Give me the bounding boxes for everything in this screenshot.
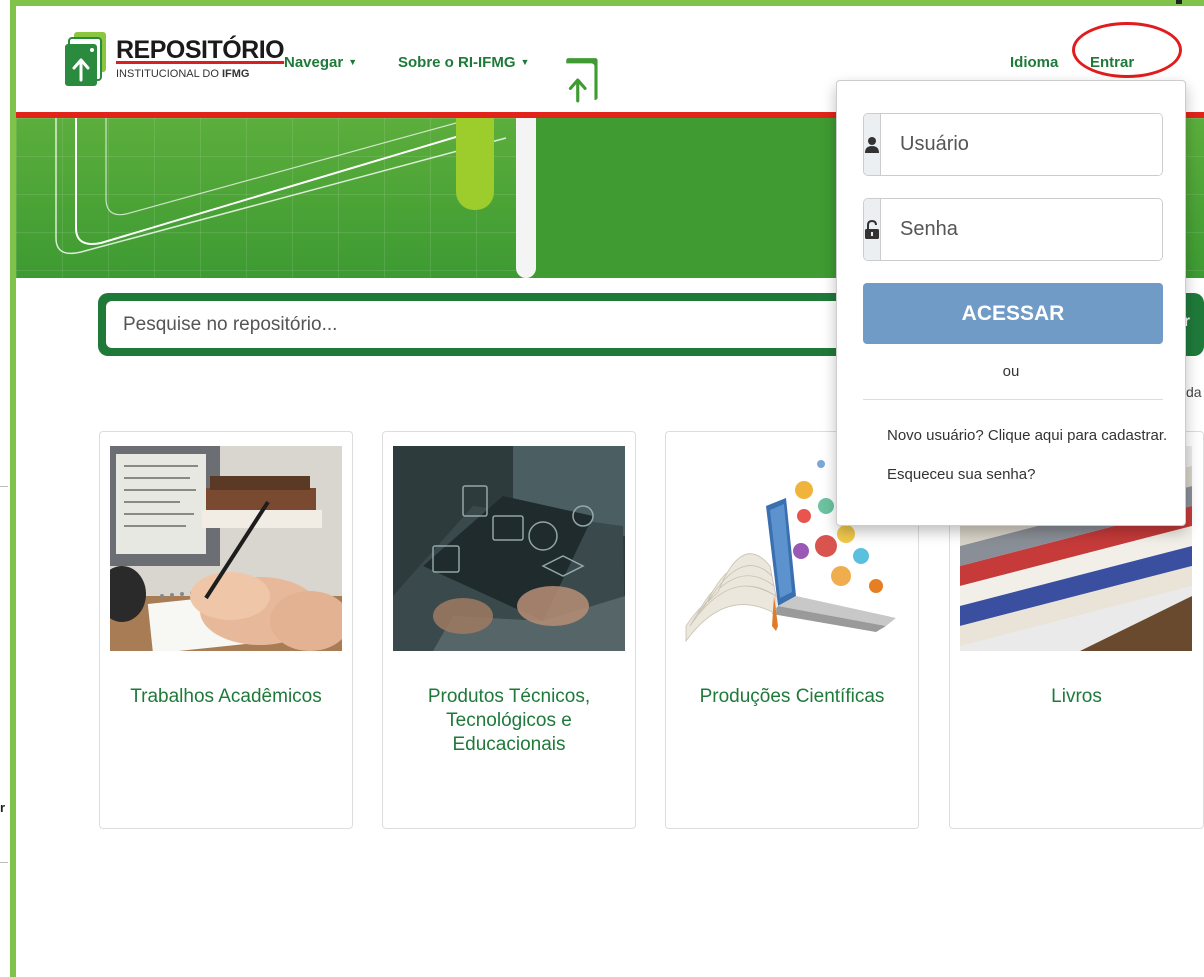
dropdown-divider bbox=[863, 399, 1163, 400]
nav-browse-menu[interactable]: Navegar ▼ bbox=[284, 54, 357, 71]
username-input[interactable] bbox=[881, 114, 1162, 175]
banner-title: REPOSITÓRIO bbox=[616, 54, 804, 85]
login-submit-button[interactable]: ACESSAR bbox=[863, 283, 1163, 344]
register-link[interactable]: Novo usuário? Clique aqui para cadastrar… bbox=[887, 427, 1167, 444]
forgot-password-link[interactable]: Esqueceu sua senha? bbox=[887, 466, 1035, 483]
or-separator-text: ou bbox=[1002, 363, 1020, 380]
unlock-icon bbox=[864, 199, 881, 260]
card-label: Produtos Técnicos, Tecnológicos e Educac… bbox=[427, 686, 591, 755]
caret-down-icon: ▼ bbox=[520, 57, 530, 67]
card-label: Trabalhos Acadêmicos bbox=[130, 686, 322, 707]
card-image-writing bbox=[110, 446, 342, 651]
card-image-laptop bbox=[393, 446, 625, 651]
nav-about-menu[interactable]: Sobre o RI-IFMG ▼ bbox=[398, 54, 529, 71]
nav-language-menu[interactable]: Idioma bbox=[1010, 54, 1058, 71]
logo-subtitle: INSTITUCIONAL DO IFMG bbox=[116, 68, 250, 80]
banner-subtitle: INSTITUCIONAL DO IFMG bbox=[616, 88, 762, 103]
username-field bbox=[863, 113, 1163, 176]
card-label: Produções Científicas bbox=[699, 686, 885, 707]
card-label: Livros bbox=[1051, 686, 1102, 707]
password-field bbox=[863, 198, 1163, 261]
login-dropdown: ACESSAR ou Novo usuário? Clique aqui par… bbox=[836, 80, 1186, 526]
collection-card[interactable]: Trabalhos Acadêmicos bbox=[99, 431, 353, 829]
repository-logo-icon bbox=[561, 50, 604, 108]
collection-card[interactable]: Produtos Técnicos, Tecnológicos e Educac… bbox=[382, 431, 636, 829]
nav-login-button[interactable]: Entrar bbox=[1090, 54, 1134, 71]
repository-logo-icon bbox=[64, 30, 110, 88]
logo-title: REPOSITÓRIO bbox=[116, 36, 285, 64]
edge-letter: r bbox=[0, 800, 6, 815]
banner-logo: REPOSITÓRIO INSTITUCIONAL DO IFMG bbox=[560, 48, 804, 110]
caret-down-icon: ▼ bbox=[348, 57, 358, 67]
site-logo[interactable]: REPOSITÓRIO INSTITUCIONAL DO IFMG bbox=[64, 30, 285, 88]
edge-line bbox=[0, 862, 8, 863]
edge-line bbox=[0, 486, 8, 487]
top-edge-artifact bbox=[1176, 0, 1182, 4]
advanced-search-link[interactable]: da bbox=[1186, 384, 1202, 400]
left-edge-artifacts: r bbox=[0, 0, 10, 977]
user-icon bbox=[864, 114, 881, 175]
password-input[interactable] bbox=[881, 199, 1162, 260]
